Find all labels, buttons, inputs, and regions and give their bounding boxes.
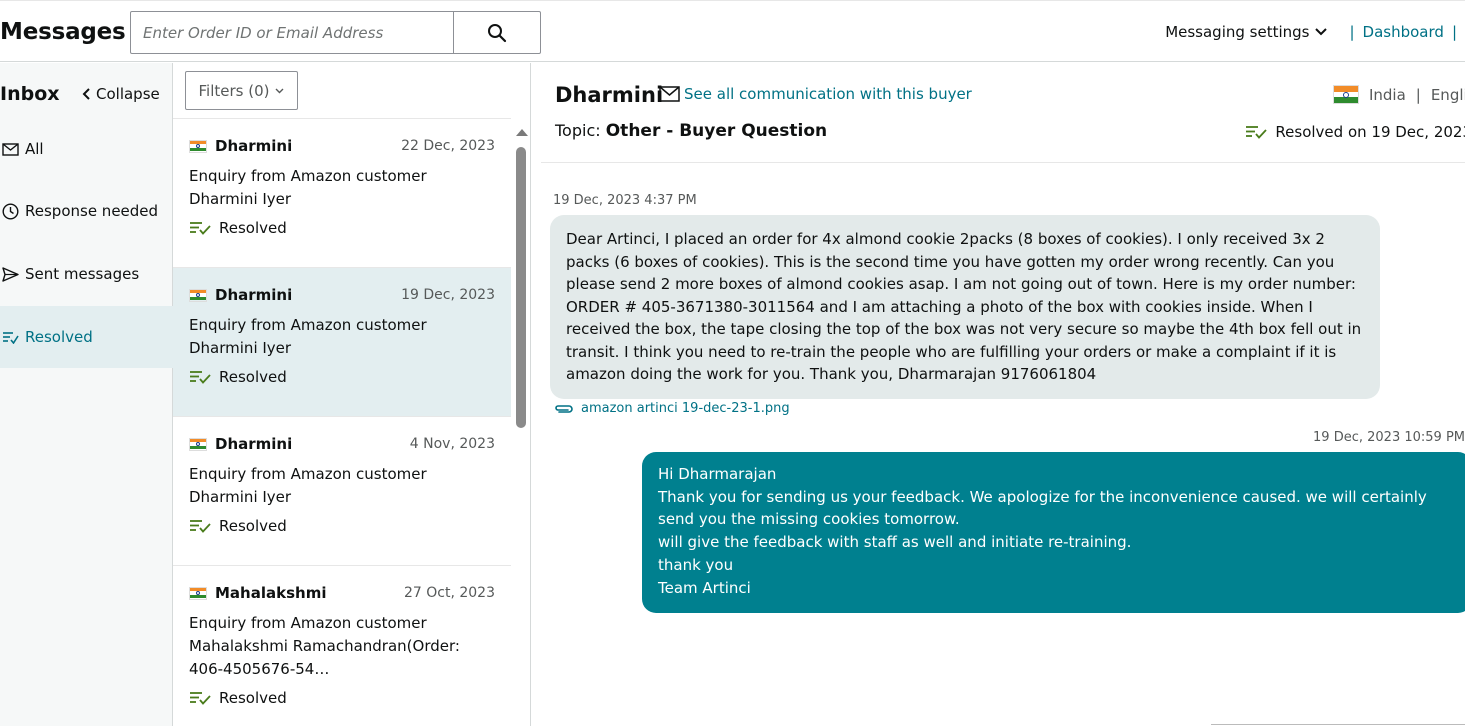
envelope-icon (2, 142, 19, 156)
see-all-label: See all communication with this buyer (684, 85, 972, 103)
india-flag-icon (189, 139, 207, 153)
resolved-icon (1246, 126, 1268, 139)
dashboard-link[interactable]: Dashboard (1363, 23, 1444, 41)
india-flag-icon (189, 288, 207, 302)
collapse-label: Collapse (96, 85, 160, 103)
thread-status: Resolved (219, 517, 287, 535)
thread-list-panel: Filters (0) Dharmini 22 Dec, 2023 Enquir… (173, 63, 531, 726)
sidebar-item-all[interactable]: All (0, 118, 173, 180)
chevron-down-icon (275, 88, 284, 93)
scroll-up-arrow-icon[interactable] (516, 129, 528, 136)
message-line: Hi Dharmarajan (658, 465, 777, 483)
send-icon (2, 266, 19, 282)
thread-item[interactable]: Mahalakshmi 27 Oct, 2023 Enquiry from Am… (173, 566, 511, 726)
thread-subject: Enquiry from Amazon customer Dharmini Iy… (189, 167, 427, 208)
thread-buyer: Dharmini (215, 286, 293, 304)
search-icon (488, 23, 507, 42)
resolved-icon (190, 520, 211, 533)
separator: | (1451, 23, 1457, 41)
thread-buyer: Dharmini (215, 435, 293, 453)
inbox-header: Inbox Collapse (0, 83, 173, 105)
sidebar-item-label: All (25, 140, 44, 158)
message-line: will give the feedback with staff as wel… (658, 533, 1132, 552)
collapse-button[interactable]: Collapse (82, 85, 160, 103)
topic-value: Other - Buyer Question (605, 121, 828, 141)
attachment-link[interactable]: amazon artinci 19-dec-23-1.png (553, 401, 790, 416)
incoming-timestamp: 19 Dec, 2023 4:37 PM (553, 193, 697, 208)
paperclip-icon (555, 404, 573, 413)
header-links: Messaging settings | Dashboard | (1165, 23, 1465, 41)
attachment-name: amazon artinci 19-dec-23-1.png (581, 401, 790, 416)
resolved-icon (190, 371, 211, 384)
topic-label: Topic: (555, 121, 601, 140)
search-input[interactable] (131, 12, 454, 53)
conversation-buyer-name: Dharmini (555, 83, 664, 107)
sidebar-item-response-needed[interactable]: Response needed (0, 180, 173, 242)
message-line: thank you (658, 555, 734, 574)
separator: | (1349, 23, 1355, 41)
thread-item[interactable]: Dharmini 22 Dec, 2023 Enquiry from Amazo… (173, 119, 511, 268)
thread-status: Resolved (219, 368, 287, 386)
thread-list: Dharmini 22 Dec, 2023 Enquiry from Amazo… (173, 118, 511, 726)
messaging-settings-dropdown[interactable]: Messaging settings (1165, 23, 1328, 41)
thread-date: 27 Oct, 2023 (404, 585, 495, 601)
buyer-country: India (1368, 85, 1406, 104)
clock-icon (2, 202, 19, 220)
india-flag-icon (189, 586, 207, 600)
conversation-header: Dharmini See all communication with this… (541, 63, 1465, 163)
thread-buyer: Mahalakshmi (215, 584, 327, 602)
india-flag-icon (1332, 85, 1359, 104)
buyer-locale: India | English (1332, 85, 1465, 104)
thread-status: Resolved (219, 689, 287, 707)
thread-buyer: Dharmini (215, 137, 293, 155)
see-all-communication-link[interactable]: See all communication with this buyer (659, 85, 972, 103)
resolved-status: Resolved on 19 Dec, 2023 (1245, 123, 1465, 141)
thread-date: 19 Dec, 2023 (401, 287, 495, 303)
chevron-down-icon (1315, 28, 1328, 36)
resolved-icon (3, 331, 19, 344)
thread-status: Resolved (219, 219, 287, 237)
thread-subject: Enquiry from Amazon customer Mahalakshmi… (189, 614, 460, 678)
page-title: Messages (0, 19, 126, 45)
top-header: Messages Messaging settings | Dashboard … (0, 0, 1465, 62)
filters-button[interactable]: Filters (0) (185, 71, 298, 110)
search-box (130, 11, 541, 54)
incoming-message: Dear Artinci, I placed an order for 4x a… (550, 215, 1380, 399)
sidebar-item-label: Resolved (25, 328, 93, 346)
sidebar-item-resolved[interactable]: Resolved (0, 306, 173, 368)
outgoing-timestamp: 19 Dec, 2023 10:59 PM (1313, 430, 1465, 445)
thread-item[interactable]: Dharmini 4 Nov, 2023 Enquiry from Amazon… (173, 417, 511, 566)
envelope-icon (659, 86, 680, 102)
filters-label: Filters (0) (198, 81, 270, 100)
thread-date: 22 Dec, 2023 (401, 138, 495, 154)
sidebar-item-sent-messages[interactable]: Sent messages (0, 243, 173, 305)
chevron-left-icon (82, 88, 90, 100)
thread-subject: Enquiry from Amazon customer Dharmini Iy… (189, 465, 427, 506)
messaging-settings-label: Messaging settings (1165, 23, 1310, 41)
left-sidebar: Inbox Collapse All Response needed Sent … (0, 63, 173, 726)
india-flag-icon (189, 437, 207, 451)
topic: Topic: Other - Buyer Question (555, 121, 827, 141)
resolved-icon (190, 692, 211, 705)
thread-list-scrollbar[interactable] (513, 125, 529, 726)
thread-subject: Enquiry from Amazon customer Dharmini Iy… (189, 316, 427, 357)
conversation-panel: Dharmini See all communication with this… (531, 63, 1465, 726)
inbox-title: Inbox (0, 83, 60, 105)
sidebar-item-label: Sent messages (25, 265, 140, 283)
search-button[interactable] (454, 12, 540, 53)
resolved-on-text: Resolved on 19 Dec, 2023 (1275, 123, 1465, 141)
outgoing-message: Hi Dharmarajan Thank you for sending us … (642, 452, 1465, 614)
divider (1211, 724, 1465, 725)
buyer-language: English (1430, 85, 1465, 104)
thread-date: 4 Nov, 2023 (409, 436, 495, 452)
scroll-thumb[interactable] (516, 147, 526, 428)
sidebar-item-label: Response needed (25, 202, 159, 220)
thread-item[interactable]: Dharmini 19 Dec, 2023 Enquiry from Amazo… (173, 268, 511, 417)
separator: | (1415, 85, 1421, 104)
message-line: Team Artinci (658, 578, 751, 597)
resolved-icon (190, 222, 211, 235)
message-line: Thank you for sending us your feedback. … (658, 487, 1427, 529)
